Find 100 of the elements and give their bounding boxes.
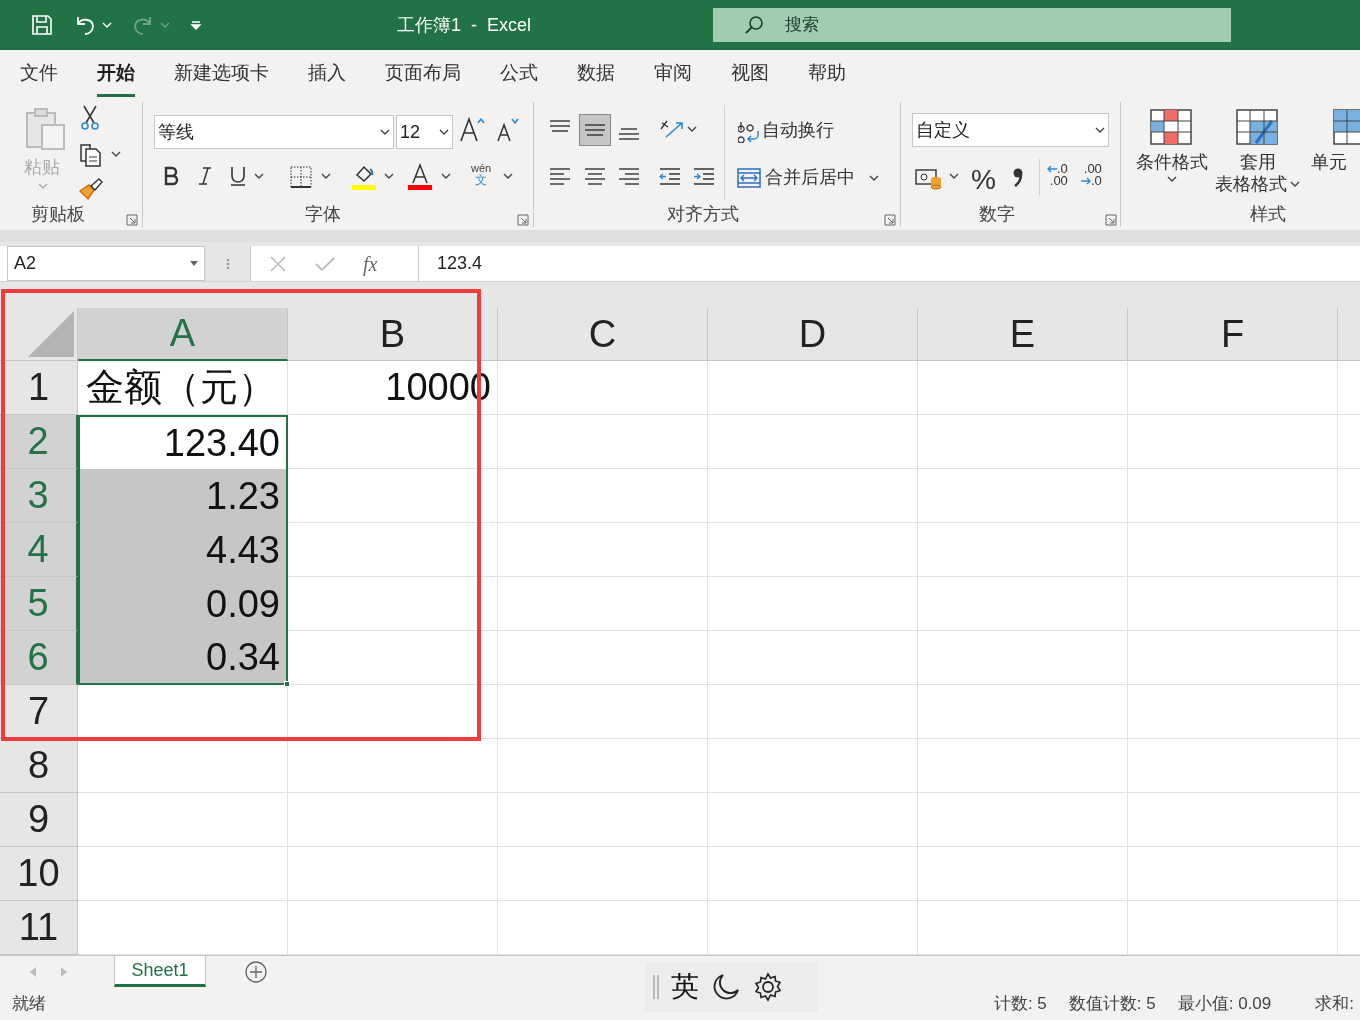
ribbon-tab[interactable]: 数据 [577,50,615,97]
table-cell[interactable] [498,415,708,469]
table-cell[interactable] [918,847,1128,901]
font-color-icon[interactable] [407,163,433,191]
dropdown-icon[interactable] [1290,180,1300,188]
table-cell[interactable] [1128,523,1338,577]
italic-icon[interactable] [197,166,213,186]
table-cell[interactable] [288,631,498,685]
font-size-dropdown[interactable]: 12 [396,115,453,149]
increase-decimal-button[interactable]: .0 .00 [1047,163,1068,187]
table-cell[interactable] [708,685,918,739]
table-cell[interactable]: 金额（元） [78,361,288,415]
phonetic-guide-button[interactable]: wén 文 [471,163,492,186]
table-cell[interactable] [918,469,1128,523]
dropdown-icon[interactable] [1095,126,1105,134]
increase-font-size-icon[interactable] [459,115,487,143]
table-cell[interactable]: 0.09 [78,577,288,631]
customize-toolbar-icon[interactable] [190,19,202,31]
table-cell[interactable] [708,415,918,469]
scroll-left-icon[interactable] [30,967,36,977]
table-cell[interactable] [708,631,918,685]
column-header[interactable]: C [498,308,708,361]
dropdown-icon[interactable] [380,128,390,136]
table-cell[interactable] [1128,793,1338,847]
table-cell[interactable] [918,631,1128,685]
comma-style-icon[interactable] [1011,167,1025,189]
dropdown-icon[interactable] [503,172,513,180]
dialog-launcher-icon[interactable] [517,214,529,226]
table-cell[interactable] [708,847,918,901]
table-cell[interactable] [708,523,918,577]
table-cell[interactable]: 4.43 [78,523,288,577]
ribbon-tab[interactable]: 视图 [731,50,769,97]
table-cell[interactable] [918,523,1128,577]
row-header[interactable]: 10 [0,847,78,901]
dialog-launcher-icon[interactable] [1105,214,1117,226]
cell-styles-button[interactable]: 单元 [1311,109,1360,173]
formula-field[interactable]: 123.4 [418,246,1360,281]
row-header[interactable]: 8 [0,739,78,793]
dropdown-icon[interactable] [949,172,959,180]
drag-handle-icon[interactable] [225,256,230,271]
merge-center-button[interactable]: 合并后居中 [737,164,879,191]
dropdown-icon[interactable] [190,261,198,266]
row-header[interactable]: 9 [0,793,78,847]
format-as-table-button[interactable]: 套用 表格格式 [1215,109,1300,195]
table-cell[interactable] [708,793,918,847]
table-cell[interactable] [498,577,708,631]
table-cell[interactable] [288,415,498,469]
table-cell[interactable] [78,739,288,793]
table-cell[interactable] [1128,631,1338,685]
table-cell[interactable] [498,361,708,415]
table-cell[interactable] [918,739,1128,793]
drag-handle-icon[interactable] [653,975,659,999]
table-cell[interactable] [1128,739,1338,793]
row-header[interactable]: 2 [0,415,78,469]
table-cell[interactable] [1128,361,1338,415]
table-cell[interactable] [918,793,1128,847]
table-cell[interactable] [288,469,498,523]
table-cell[interactable]: 1.23 [78,469,288,523]
scroll-right-icon[interactable] [61,967,67,977]
table-cell[interactable] [498,523,708,577]
dropdown-icon[interactable] [687,125,697,133]
dropdown-icon[interactable] [384,172,394,180]
ribbon-tab[interactable]: 公式 [500,50,538,97]
insert-function-button[interactable]: fx [363,248,378,279]
moon-icon[interactable] [711,972,741,1002]
bold-icon[interactable] [163,166,179,186]
column-header[interactable] [1338,308,1360,361]
table-cell[interactable] [918,685,1128,739]
decrease-decimal-button[interactable]: .00 .0 [1081,163,1102,187]
table-cell[interactable] [1128,415,1338,469]
column-header[interactable]: D [708,308,918,361]
conditional-formatting-button[interactable]: 条件格式 [1136,109,1208,183]
font-name-dropdown[interactable]: 等线 [154,115,394,149]
row-header[interactable]: 7 [0,685,78,739]
table-cell[interactable] [78,847,288,901]
column-header[interactable]: F [1128,308,1338,361]
table-cell[interactable] [918,577,1128,631]
dropdown-icon[interactable] [111,150,121,158]
column-header[interactable]: E [918,308,1128,361]
ribbon-tab[interactable]: 插入 [308,50,346,97]
dropdown-icon[interactable] [321,172,331,180]
table-cell[interactable] [498,847,708,901]
table-cell[interactable] [288,523,498,577]
scissors-icon[interactable] [80,105,100,131]
ribbon-tab[interactable]: 页面布局 [385,50,461,97]
ribbon-tab[interactable]: 文件 [20,50,58,97]
underline-icon[interactable] [229,165,247,187]
borders-icon[interactable] [289,165,313,189]
row-header[interactable]: 4 [0,523,78,577]
fill-color-icon[interactable] [351,163,377,191]
ribbon-tab[interactable]: 审阅 [654,50,692,97]
row-header[interactable]: 5 [0,577,78,631]
table-cell[interactable] [708,739,918,793]
select-all-corner[interactable] [0,308,78,361]
add-sheet-icon[interactable] [244,960,268,984]
table-cell[interactable] [708,469,918,523]
table-cell[interactable] [1128,847,1338,901]
row-header[interactable]: 3 [0,469,78,523]
name-box[interactable]: A2 [7,246,205,281]
dropdown-icon[interactable] [439,128,449,136]
